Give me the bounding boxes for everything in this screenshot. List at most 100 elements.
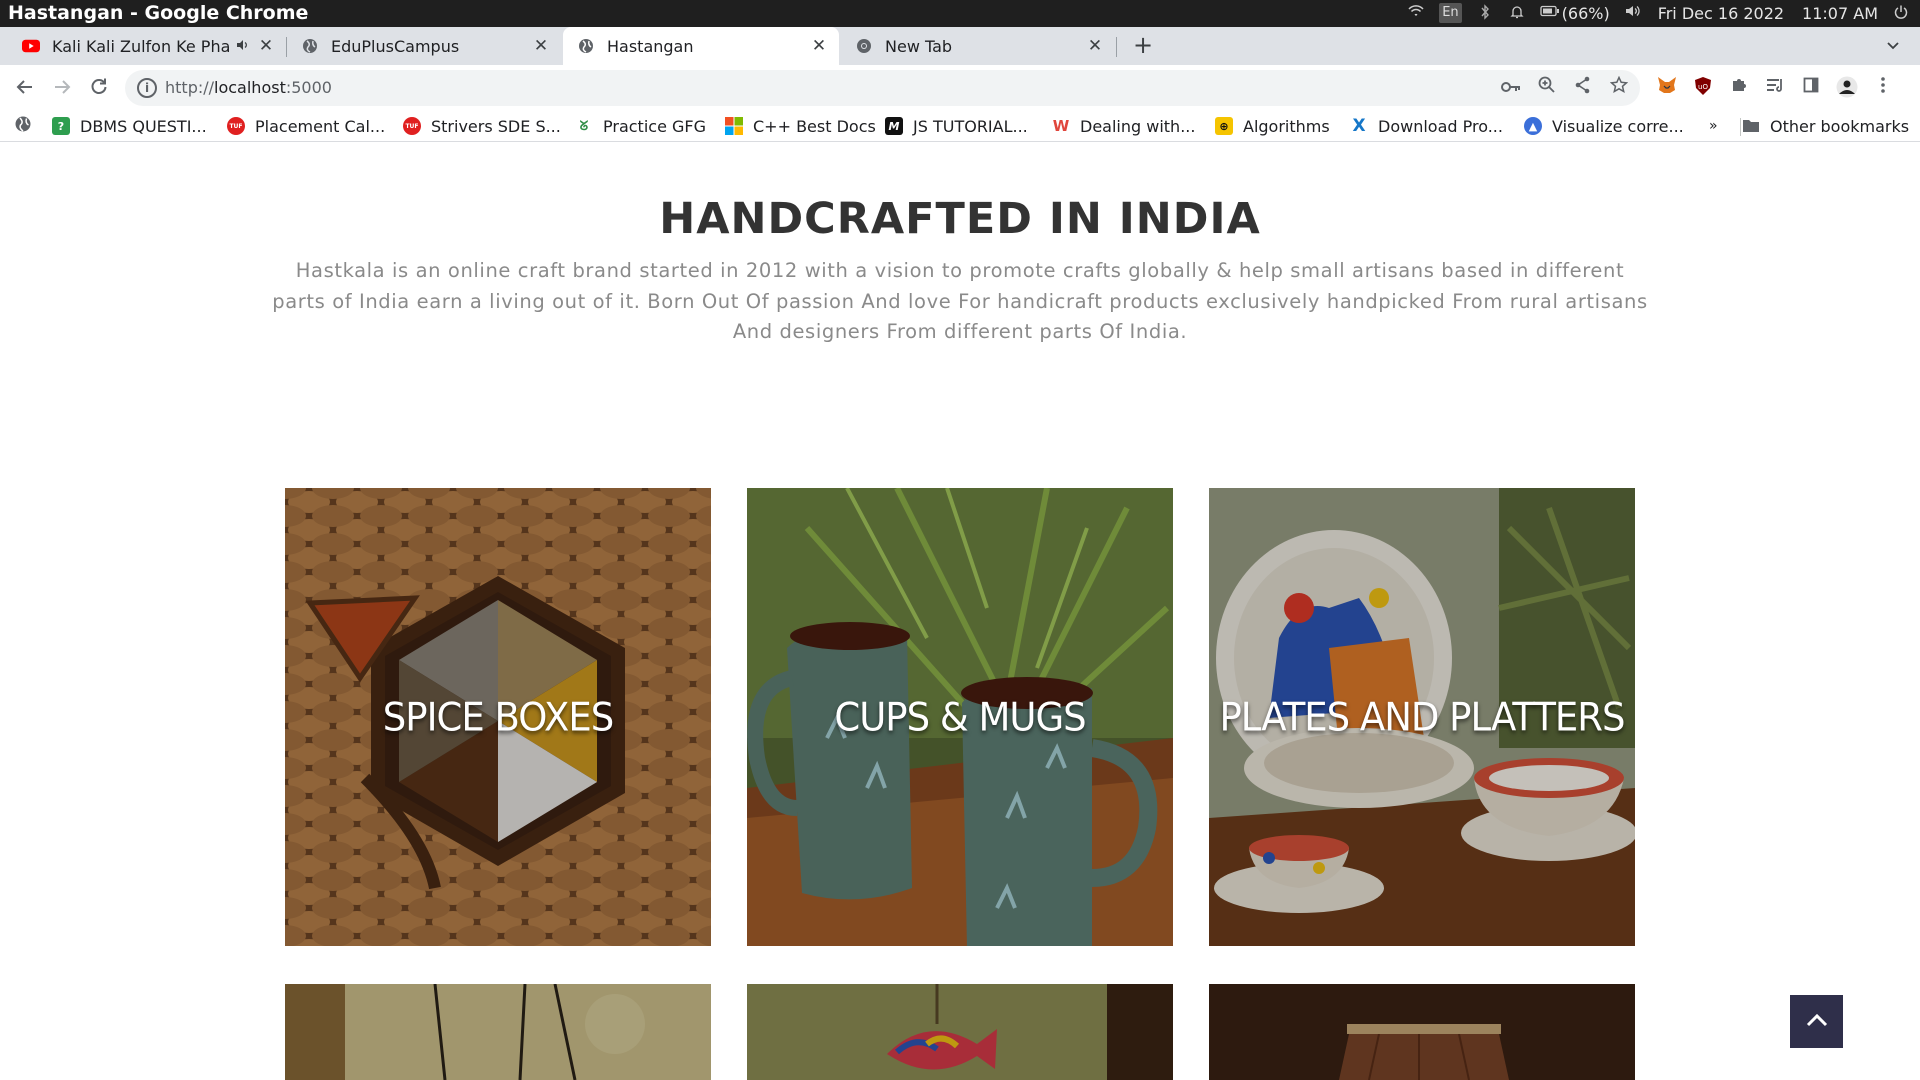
notification-bell-icon[interactable] [1508, 4, 1526, 22]
gfg-icon: ᘜ [579, 118, 589, 134]
share-icon[interactable] [1572, 76, 1594, 100]
bookmark-dealing-with[interactable]: W Dealing with... [1052, 115, 1196, 137]
reading-list-icon[interactable] [1763, 76, 1787, 100]
microsoft-icon [725, 117, 743, 135]
tab-hastangan[interactable]: Hastangan ✕ [563, 27, 839, 65]
bookmark-label: DBMS QUESTI... [80, 116, 207, 136]
ublock-shield-icon[interactable]: uO [1691, 76, 1715, 100]
tab-close-icon[interactable]: ✕ [531, 36, 551, 56]
bookmark-download-pro[interactable]: X Download Pro... [1350, 115, 1503, 137]
x-icon: X [1352, 116, 1366, 136]
card-overlay [285, 984, 711, 1080]
battery-icon[interactable] [1539, 4, 1559, 22]
tab-label: EduPlusCampus [331, 36, 460, 56]
category-card-spice-boxes[interactable]: SPICE BOXES [285, 488, 711, 946]
extensions-puzzle-icon[interactable] [1727, 76, 1751, 100]
back-arrow-icon[interactable] [10, 73, 40, 103]
url-host: localhost [214, 78, 286, 97]
side-panel-icon[interactable] [1799, 76, 1823, 100]
tab-close-icon[interactable]: ✕ [1085, 36, 1105, 56]
tab-close-icon[interactable]: ✕ [809, 36, 829, 56]
bookmark-practice-gfg[interactable]: ᘜ Practice GFG [575, 115, 706, 137]
page-title: HANDCRAFTED IN INDIA [659, 194, 1261, 244]
tab-youtube[interactable]: Kali Kali Zulfon Ke Pha ✕ [8, 27, 286, 65]
bookmark-apps[interactable] [14, 115, 32, 137]
category-card-plates-platters[interactable]: PLATES AND PLATTERS [1209, 488, 1635, 946]
os-status-area: En (66%) Fri Dec 16 2022 11:07 AM [1393, 3, 1910, 23]
tab-separator [1116, 37, 1117, 57]
bookmark-visualize[interactable]: ▲ Visualize corre... [1524, 115, 1684, 137]
new-tab-plus-icon[interactable]: + [1128, 31, 1158, 61]
volume-icon[interactable] [1624, 4, 1642, 22]
svg-text:uO: uO [1698, 83, 1708, 91]
bookmarks-overflow-chevron[interactable]: » [1709, 115, 1718, 137]
scroll-to-top-button[interactable] [1790, 995, 1843, 1048]
address-bar[interactable]: i http://localhost:5000 [125, 70, 1640, 106]
bookmark-label: JS TUTORIAL... [913, 116, 1028, 136]
card-overlay [747, 984, 1173, 1080]
url-prefix: http:// [165, 78, 215, 97]
bookmark-label: Visualize corre... [1552, 116, 1684, 136]
keyboard-language-indicator[interactable]: En [1439, 3, 1462, 23]
wifi-icon[interactable] [1407, 4, 1425, 22]
youtube-icon [22, 37, 40, 55]
url-port: :5000 [285, 78, 332, 97]
category-card-lanterns[interactable] [1209, 984, 1635, 1080]
algo-icon: ⊕ [1215, 117, 1233, 135]
bookmark-label: Algorithms [1243, 116, 1330, 136]
bookmark-label: Dealing with... [1080, 116, 1196, 136]
bookmark-js-tutorial[interactable]: M JS TUTORIAL... [885, 115, 1028, 137]
audio-playing-icon[interactable] [236, 37, 250, 56]
bookmark-algorithms[interactable]: ⊕ Algorithms [1215, 115, 1330, 137]
os-date[interactable]: Fri Dec 16 2022 [1658, 4, 1784, 23]
extensions-area: uO [1655, 76, 1895, 100]
os-top-bar: Hastangan - Google Chrome En (66%) Fri D… [0, 0, 1920, 27]
category-card-lamps[interactable] [285, 984, 711, 1080]
omnibox-actions [1500, 75, 1630, 100]
bookmark-placement-cal[interactable]: TUF Placement Cal... [227, 115, 385, 137]
reload-icon[interactable] [84, 73, 114, 103]
category-card-wall-decor[interactable] [747, 984, 1173, 1080]
bookmark-label: Placement Cal... [255, 116, 386, 136]
site-info-icon[interactable]: i [137, 78, 157, 98]
chrome-menu-icon[interactable] [1871, 76, 1895, 100]
bookmark-strivers-sde[interactable]: TUF Strivers SDE S... [403, 115, 561, 137]
zoom-icon[interactable] [1536, 76, 1558, 100]
tab-search-chevron-icon[interactable] [1880, 33, 1906, 59]
metamask-fox-icon[interactable] [1655, 76, 1679, 100]
bookmark-label: Download Pro... [1378, 116, 1503, 136]
bookmark-other-bookmarks[interactable]: Other bookmarks [1742, 115, 1909, 137]
tab-close-icon[interactable]: ✕ [256, 36, 276, 56]
forward-arrow-icon[interactable] [47, 73, 77, 103]
question-icon: ? [52, 117, 70, 135]
bookmark-label: C++ Best Docs [753, 116, 876, 136]
tuf-icon: TUF [403, 117, 421, 135]
tab-label: Hastangan [607, 36, 694, 56]
url-text[interactable]: http://localhost:5000 [165, 78, 332, 97]
bookmarks-bar: ? DBMS QUESTI... TUF Placement Cal... TU… [0, 110, 1920, 142]
bookmark-label: Strivers SDE S... [431, 116, 561, 136]
power-icon[interactable] [1892, 4, 1910, 22]
category-label: SPICE BOXES [382, 694, 614, 740]
tab-new-tab[interactable]: New Tab ✕ [841, 27, 1115, 65]
folder-icon [1742, 117, 1760, 135]
globe-icon [577, 37, 595, 55]
bookmark-cpp-docs[interactable]: C++ Best Docs [725, 115, 876, 137]
category-label: PLATES AND PLATTERS [1219, 694, 1625, 740]
bookmark-star-icon[interactable] [1608, 75, 1630, 100]
tab-label: Kali Kali Zulfon Ke Pha [52, 36, 231, 56]
chrome-icon [855, 37, 873, 55]
category-card-cups-mugs[interactable]: CUPS & MUGS [747, 488, 1173, 946]
tab-label: New Tab [885, 36, 953, 56]
tuf-icon: TUF [227, 117, 245, 135]
bookmark-dbms-questions[interactable]: ? DBMS QUESTI... [52, 115, 207, 137]
bluetooth-icon[interactable] [1476, 4, 1494, 22]
window-title: Hastangan - Google Chrome [8, 2, 309, 24]
tab-strip: Kali Kali Zulfon Ke Pha ✕ EduPlusCampus … [0, 27, 1920, 65]
page-description: Hastkala is an online craft brand starte… [272, 259, 1648, 343]
globe-icon [301, 37, 319, 55]
key-icon[interactable] [1500, 76, 1522, 100]
tab-edupluscampus[interactable]: EduPlusCampus ✕ [287, 27, 561, 65]
profile-avatar[interactable] [1835, 76, 1859, 100]
os-time[interactable]: 11:07 AM [1802, 4, 1878, 23]
